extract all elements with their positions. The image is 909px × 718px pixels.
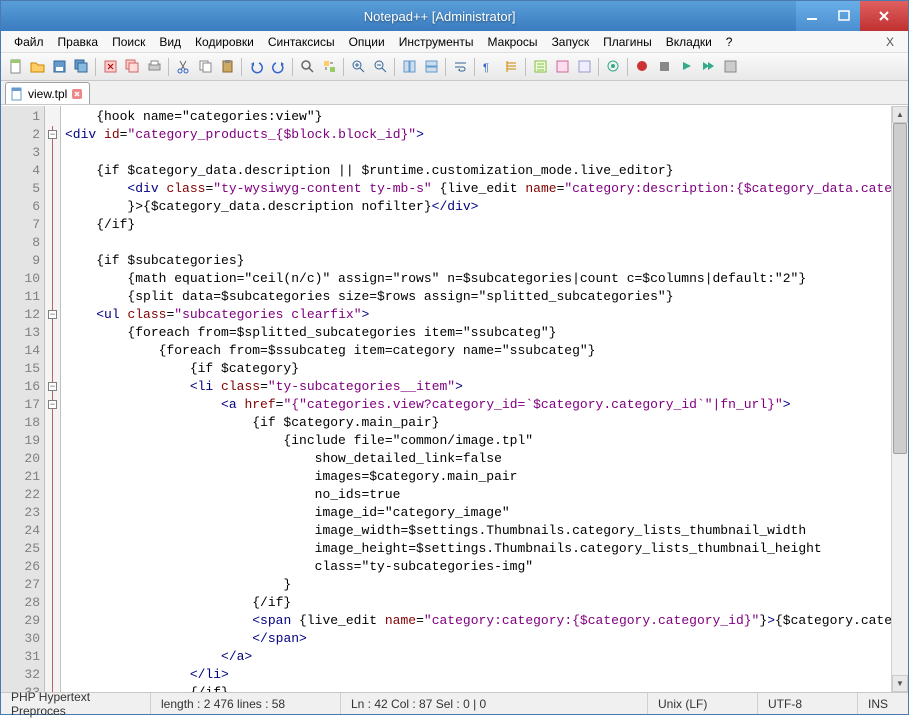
window-title: Notepad++ [Administrator] xyxy=(364,9,796,24)
sync-v-icon[interactable] xyxy=(399,57,419,77)
titlebar[interactable]: Notepad++ [Administrator] xyxy=(1,1,908,31)
tab-close-icon[interactable] xyxy=(71,88,83,100)
status-position: Ln : 42 Col : 87 Sel : 0 | 0 xyxy=(341,693,648,714)
close-all-icon[interactable] xyxy=(122,57,142,77)
zoom-in-icon[interactable] xyxy=(348,57,368,77)
status-encoding[interactable]: UTF-8 xyxy=(758,693,858,714)
tab-label: view.tpl xyxy=(28,87,67,101)
status-length: length : 2 476 lines : 58 xyxy=(151,693,341,714)
file-icon xyxy=(10,87,24,101)
file-tab[interactable]: view.tpl xyxy=(5,82,90,104)
menu-help[interactable]: ? xyxy=(719,33,740,51)
paste-icon[interactable] xyxy=(217,57,237,77)
maximize-button[interactable] xyxy=(828,1,860,31)
menu-plugins[interactable]: Плагины xyxy=(596,33,659,51)
scroll-down-icon[interactable]: ▼ xyxy=(892,675,908,692)
close-button[interactable] xyxy=(860,1,908,31)
record-icon[interactable] xyxy=(632,57,652,77)
open-file-icon[interactable] xyxy=(27,57,47,77)
menu-options[interactable]: Опции xyxy=(342,33,392,51)
minimize-button[interactable] xyxy=(796,1,828,31)
redo-icon[interactable] xyxy=(268,57,288,77)
save-all-icon[interactable] xyxy=(71,57,91,77)
svg-text:¶: ¶ xyxy=(483,62,489,74)
new-file-icon[interactable] xyxy=(5,57,25,77)
app-window: Notepad++ [Administrator] Файл Правка По… xyxy=(0,0,909,715)
statusbar: PHP Hypertext Preproces length : 2 476 l… xyxy=(1,692,908,714)
vertical-scrollbar[interactable]: ▲ ▼ xyxy=(891,106,908,692)
cut-icon[interactable] xyxy=(173,57,193,77)
print-icon[interactable] xyxy=(144,57,164,77)
close-file-icon[interactable] xyxy=(100,57,120,77)
status-insert[interactable]: INS xyxy=(858,693,908,714)
doc-map-icon[interactable] xyxy=(552,57,572,77)
fold-toggle-icon[interactable]: − xyxy=(48,400,57,409)
replace-icon[interactable] xyxy=(319,57,339,77)
menu-macros[interactable]: Макросы xyxy=(481,33,545,51)
menu-run[interactable]: Запуск xyxy=(545,33,597,51)
undo-icon[interactable] xyxy=(246,57,266,77)
folder-workspace-icon[interactable] xyxy=(574,57,594,77)
status-language: PHP Hypertext Preproces xyxy=(1,693,151,714)
find-icon[interactable] xyxy=(297,57,317,77)
stop-icon[interactable] xyxy=(654,57,674,77)
monitor-icon[interactable] xyxy=(603,57,623,77)
fold-column[interactable]: − − − − xyxy=(45,106,61,692)
menu-file[interactable]: Файл xyxy=(7,33,51,51)
code-editor[interactable]: {hook name="categories:view"}<div id="ca… xyxy=(61,106,891,692)
play-multi-icon[interactable] xyxy=(698,57,718,77)
editor-area: 1234567891011121314151617181920212223242… xyxy=(1,105,908,692)
save-macro-icon[interactable] xyxy=(720,57,740,77)
menu-view[interactable]: Вид xyxy=(152,33,188,51)
fold-toggle-icon[interactable]: − xyxy=(48,310,57,319)
menu-encoding[interactable]: Кодировки xyxy=(188,33,261,51)
menu-syntax[interactable]: Синтаксисы xyxy=(261,33,342,51)
scroll-up-icon[interactable]: ▲ xyxy=(892,106,908,123)
line-numbers: 1234567891011121314151617181920212223242… xyxy=(1,106,45,692)
window-controls xyxy=(796,1,908,31)
menubar-close-icon[interactable]: X xyxy=(878,33,902,51)
scroll-thumb[interactable] xyxy=(893,123,907,454)
save-icon[interactable] xyxy=(49,57,69,77)
status-eol[interactable]: Unix (LF) xyxy=(648,693,758,714)
menu-tabs[interactable]: Вкладки xyxy=(659,33,719,51)
wordwrap-icon[interactable] xyxy=(450,57,470,77)
menu-search[interactable]: Поиск xyxy=(105,33,152,51)
show-all-chars-icon[interactable]: ¶ xyxy=(479,57,499,77)
indent-guide-icon[interactable] xyxy=(501,57,521,77)
toolbar: ¶ xyxy=(1,53,908,81)
zoom-out-icon[interactable] xyxy=(370,57,390,77)
menu-tools[interactable]: Инструменты xyxy=(392,33,481,51)
tabbar: view.tpl xyxy=(1,81,908,105)
func-list-icon[interactable] xyxy=(530,57,550,77)
sync-h-icon[interactable] xyxy=(421,57,441,77)
copy-icon[interactable] xyxy=(195,57,215,77)
menubar: Файл Правка Поиск Вид Кодировки Синтакси… xyxy=(1,31,908,53)
fold-toggle-icon[interactable]: − xyxy=(48,130,57,139)
menu-edit[interactable]: Правка xyxy=(51,33,106,51)
play-icon[interactable] xyxy=(676,57,696,77)
fold-toggle-icon[interactable]: − xyxy=(48,382,57,391)
